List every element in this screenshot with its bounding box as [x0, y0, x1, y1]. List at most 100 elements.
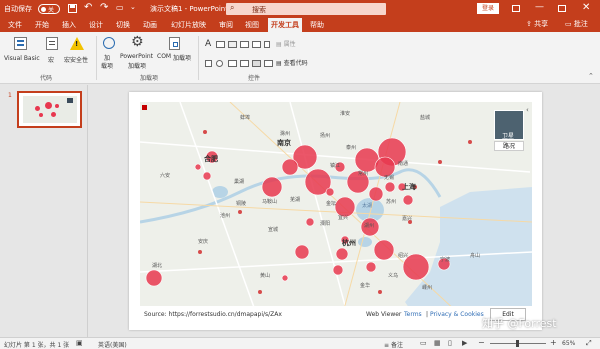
- slide-count: 幻灯片 第 1 张，共 1 张: [4, 342, 70, 349]
- spin-control-icon[interactable]: [264, 41, 270, 48]
- spelling-icon[interactable]: ▣: [76, 339, 83, 347]
- ribbon-display-icon[interactable]: [512, 5, 520, 12]
- satellite-button[interactable]: 卫星: [494, 110, 524, 140]
- zoom-in-button[interactable]: +: [550, 338, 557, 347]
- label-control-icon[interactable]: A: [205, 39, 211, 49]
- city-label: 巢湖: [234, 179, 245, 185]
- tab-file[interactable]: 文件: [8, 20, 22, 30]
- zoom-slider[interactable]: [490, 340, 546, 347]
- present-icon[interactable]: ▭: [116, 3, 124, 12]
- city-label: 舟山: [470, 253, 481, 259]
- tab-animations[interactable]: 动画: [143, 20, 157, 30]
- minimize-button[interactable]: —: [535, 2, 544, 12]
- panel-collapse-icon[interactable]: ‹: [526, 106, 529, 114]
- zoom-out-button[interactable]: −: [478, 338, 485, 347]
- more-controls-icon[interactable]: [264, 60, 273, 67]
- notes-icon: ≡: [384, 342, 390, 349]
- notes-button[interactable]: ≡ 备注: [384, 340, 403, 349]
- web-viewer-label: Web Viewer: [366, 311, 402, 318]
- tab-developer[interactable]: 开发工具: [268, 18, 302, 32]
- tab-insert[interactable]: 插入: [62, 20, 76, 30]
- share-button[interactable]: ⇪ 共享: [526, 19, 548, 31]
- redo-icon[interactable]: ↷: [100, 2, 108, 13]
- city-label: 扬州: [320, 133, 331, 139]
- slide-sorter-icon[interactable]: ▦: [434, 339, 441, 347]
- city-label: 上海: [402, 183, 416, 191]
- view-code-button[interactable]: ▤ 查看代码: [276, 58, 308, 67]
- document-title: 演示文稿1 - PowerPoint: [150, 5, 228, 13]
- com-addins-button[interactable]: COM 加载项: [157, 36, 195, 72]
- normal-view-icon[interactable]: ▭: [420, 339, 427, 347]
- thumbnail-map: [23, 96, 77, 123]
- macro-security-button[interactable]: ! 宏安全性: [64, 36, 90, 68]
- city-label: 义乌: [388, 273, 399, 279]
- properties-label: 属性: [283, 41, 296, 48]
- tab-view[interactable]: 视图: [245, 20, 259, 30]
- addins-button[interactable]: 加 载项: [100, 36, 118, 72]
- tab-help[interactable]: 帮助: [310, 20, 324, 30]
- tab-transitions[interactable]: 切换: [116, 20, 130, 30]
- slideshow-view-icon[interactable]: ▶: [462, 339, 467, 347]
- watermark: 知乎 @Forrest: [482, 317, 557, 330]
- city-label: 泰州: [346, 145, 357, 151]
- properties-button[interactable]: ▤ 属性: [276, 39, 296, 48]
- checkbox-control-icon[interactable]: [205, 60, 212, 67]
- ribbon: Visual Basic 宏 ! 宏安全性 代码 加 载项 ⚙ PowerPoi…: [0, 32, 600, 84]
- ribbon-separator: [198, 36, 199, 80]
- slide-thumbnail[interactable]: [17, 91, 82, 128]
- map-container[interactable]: 合肥 南京 上海 杭州 太湖 无锡 常州 镇江 苏州 湖州 嘉兴 宁波 绍兴 芜…: [140, 102, 532, 324]
- privacy-link[interactable]: Privacy & Cookies: [430, 311, 484, 318]
- tab-review[interactable]: 审阅: [219, 20, 233, 30]
- city-label: 杭州: [342, 239, 356, 247]
- properties-icon: ▤: [276, 41, 282, 48]
- city-label: 滁州: [280, 131, 291, 137]
- visual-basic-label: Visual Basic: [4, 55, 40, 62]
- login-button[interactable]: 登录: [477, 3, 499, 14]
- visual-basic-button[interactable]: Visual Basic: [4, 36, 40, 68]
- comment-label: 批注: [573, 20, 588, 28]
- button-control-icon[interactable]: [228, 41, 237, 48]
- roads-label: 路况: [502, 143, 515, 150]
- reading-view-icon[interactable]: ▯: [448, 339, 452, 347]
- listbox-control-icon[interactable]: [240, 60, 249, 67]
- powerpoint-addins-button[interactable]: ⚙ PowerPoint 加载项: [120, 34, 156, 72]
- language-indicator[interactable]: 英语(美国): [98, 340, 127, 349]
- fit-to-window-icon[interactable]: ⤢: [586, 339, 592, 348]
- roads-button[interactable]: 路况: [494, 141, 524, 151]
- undo-icon[interactable]: ↶: [84, 2, 92, 13]
- tab-design[interactable]: 设计: [89, 20, 103, 30]
- macros-button[interactable]: 宏: [44, 36, 60, 68]
- city-label: 六安: [160, 173, 171, 179]
- view-code-icon: ▤: [276, 60, 282, 67]
- city-label: 湖北: [152, 263, 163, 269]
- com-addins-line1: COM: [157, 53, 172, 60]
- image-control-icon[interactable]: [240, 41, 249, 48]
- tab-slideshow[interactable]: 幻灯片放映: [171, 20, 206, 30]
- customize-qat-icon[interactable]: ⌄: [130, 3, 136, 11]
- close-button[interactable]: ✕: [582, 2, 590, 13]
- search-placeholder: 搜索: [252, 6, 266, 14]
- scrollbar-control-icon[interactable]: [252, 41, 261, 48]
- share-icon: ⇪: [526, 20, 532, 28]
- com-addins-icon: [169, 37, 180, 50]
- city-label: 南通: [398, 161, 409, 167]
- tab-home[interactable]: 开始: [35, 20, 49, 30]
- terms-link[interactable]: Terms: [404, 311, 422, 318]
- combobox-control-icon[interactable]: [228, 60, 237, 67]
- zoom-level[interactable]: 65%: [562, 340, 575, 347]
- textbox-control-icon[interactable]: [216, 41, 225, 48]
- zoom-slider-thumb[interactable]: [516, 340, 519, 347]
- autosave-toggle[interactable]: 关: [38, 4, 60, 14]
- city-label: 湖州: [364, 223, 375, 229]
- powerpoint-addins-line2: 加载项: [128, 63, 147, 70]
- comments-button[interactable]: ▭ 批注: [565, 19, 588, 31]
- radio-control-icon[interactable]: [216, 60, 223, 67]
- maximize-button[interactable]: [558, 5, 566, 12]
- toggle-control-icon[interactable]: [252, 60, 261, 67]
- save-icon[interactable]: [68, 4, 77, 13]
- autosave-state: 关: [48, 7, 55, 14]
- city-label: 南京: [277, 139, 291, 147]
- slide-editing-area: 合肥 南京 上海 杭州 太湖 无锡 常州 镇江 苏州 湖州 嘉兴 宁波 绍兴 芜…: [89, 85, 600, 337]
- search-box[interactable]: ⌕ 搜索: [226, 3, 386, 15]
- collapse-ribbon-icon[interactable]: ⌃: [588, 72, 594, 80]
